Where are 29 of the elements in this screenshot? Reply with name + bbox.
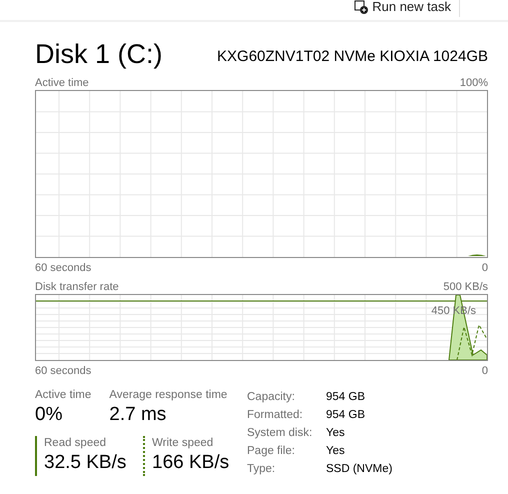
graph-max-label: 500 KB/s xyxy=(443,280,488,294)
property-value: SSD (NVMe) xyxy=(326,462,392,477)
property-value: Yes xyxy=(326,426,346,441)
disk-model: KXG60ZNV1T02 NVMe KIOXIA 1024GB xyxy=(217,46,488,66)
speed-label: Read speed xyxy=(44,436,108,450)
graph-label: Active time xyxy=(35,76,89,90)
property-label: Capacity: xyxy=(247,390,296,405)
property-value: Yes xyxy=(326,444,346,459)
graph-label: Disk transfer rate xyxy=(35,280,119,294)
stat-value: 2.7 ms xyxy=(109,403,168,427)
time-span-label: 60 seconds xyxy=(35,261,92,275)
time-span-label: 60 seconds xyxy=(35,364,92,378)
stat-label: Average response time xyxy=(109,388,228,402)
speed-label: Write speed xyxy=(152,436,214,450)
graph-min-label: 0 xyxy=(482,364,488,378)
property-label: Formatted: xyxy=(247,408,304,423)
disk-title: Disk 1 (C:) xyxy=(35,38,162,70)
property-value: 954 GB xyxy=(326,390,366,405)
property-value: 954 GB xyxy=(326,408,366,423)
property-label: System disk: xyxy=(247,426,314,441)
property-label: Type: xyxy=(247,462,276,477)
speed-value: 32.5 KB/s xyxy=(44,451,128,475)
run-new-task-button[interactable]: Run new task xyxy=(372,0,451,16)
property-label: Page file: xyxy=(247,444,296,459)
graph-min-label: 0 xyxy=(482,261,488,275)
graph-max-label: 100% xyxy=(460,76,488,90)
stat-label: Active time xyxy=(35,388,92,402)
stat-value: 0% xyxy=(35,403,64,427)
speed-value: 166 KB/s xyxy=(152,451,230,475)
